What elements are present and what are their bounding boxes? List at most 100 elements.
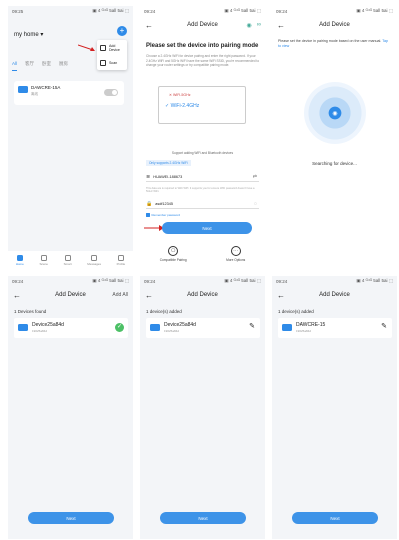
- add-button[interactable]: +: [117, 26, 127, 36]
- pairing-description: Choose a 2.4GHz WiFi for device pairing …: [146, 54, 260, 67]
- device-id: 19025a84d: [164, 329, 180, 333]
- more-label: More Options: [226, 258, 246, 262]
- status-bar: 09:25 ▣ 4 ᴳ⁴ᴳ 5all 5ai ⬚: [8, 6, 133, 16]
- back-arrow-icon[interactable]: ←: [145, 291, 153, 300]
- status-time: 09:24: [276, 278, 288, 284]
- device-icon: [282, 324, 292, 331]
- next-button[interactable]: Next: [292, 512, 378, 524]
- status-icons: ▣ 4 ᴳ⁴ᴳ 5all 5ai ⬚: [224, 278, 261, 283]
- added-count: 1 device(s) added: [278, 309, 314, 314]
- wifi-24ghz-text: WiFi-2.4GHz: [170, 103, 200, 109]
- tab-messages-label: Messages: [87, 261, 101, 266]
- tab-home-label: Home: [15, 261, 24, 266]
- tab-profile[interactable]: Profile: [116, 254, 126, 266]
- home-screen: 09:25 ▣ 4 ᴳ⁴ᴳ 5all 5ai ⬚ my home ▾ + Add…: [8, 6, 133, 269]
- status-time: 09:24: [144, 278, 156, 284]
- page-title: Add Device: [319, 22, 350, 28]
- link-icon[interactable]: ∞: [257, 22, 261, 29]
- nav-icons: ◉ ∞: [246, 22, 261, 29]
- home-icon: [16, 254, 23, 261]
- status-bar: 09:24 ▣ 4 ᴳ⁴ᴳ 5all 5ai ⬚: [8, 276, 133, 286]
- nav-bar: ← Add Device Add All: [8, 288, 133, 302]
- remember-password-checkbox[interactable]: Remember password: [146, 213, 180, 217]
- tab-profile-label: Profile: [116, 261, 126, 266]
- found-device-card[interactable]: Device25a84d 19025a84d ✓: [14, 318, 128, 338]
- status-bar: 09:24 ▣ 4 ᴳ⁴ᴳ 5all 5ai ⬚: [272, 276, 397, 286]
- edit-pencil-icon[interactable]: ✎: [249, 322, 255, 330]
- radar-animation: ◉: [304, 82, 366, 144]
- back-arrow-icon[interactable]: ←: [277, 291, 285, 300]
- device-icon: [150, 324, 160, 331]
- password-value: asdf12345: [155, 201, 173, 206]
- tab-all[interactable]: All: [12, 61, 18, 71]
- device-added-screen: 09:24 ▣ 4 ᴳ⁴ᴳ 5all 5ai ⬚ ← Add Device 1 …: [140, 276, 265, 539]
- home-selector[interactable]: my home ▾: [14, 31, 43, 38]
- next-button[interactable]: Next: [162, 222, 252, 234]
- device-id: 19025a84d: [32, 329, 48, 333]
- support-hint: Support adding WiFi and Bluetooth device…: [171, 151, 234, 155]
- device-name: Device25a84d: [164, 322, 196, 328]
- ssid-field[interactable]: ≋ HUAWEI-188673 ⇄: [146, 172, 259, 182]
- status-icons: ▣ 4 ᴳ⁴ᴳ 5all 5ai ⬚: [92, 8, 129, 13]
- check-icon: ✓: [115, 323, 124, 332]
- tab-living[interactable]: 客厅: [25, 61, 34, 71]
- menu-add-device[interactable]: Add Device: [97, 40, 127, 55]
- wifi-illustration: ✕ WiFi-5GHz ✓ WiFi-2.4GHz: [158, 86, 246, 124]
- tab-smart-label: Smart: [63, 261, 72, 266]
- added-device-card[interactable]: Device25a84d 19025a84d ✎: [146, 318, 260, 338]
- wifi-5ghz-label: ✕ WiFi-5GHz: [169, 93, 191, 97]
- room-tabs: All 客厅 卧室 厨房: [12, 61, 129, 71]
- tab-scene[interactable]: Scene: [39, 254, 48, 266]
- status-bar: 09:24 ▣ 4 ᴳ⁴ᴳ 5all 5ai ⬚: [140, 6, 265, 16]
- added-device-card[interactable]: DAWCRE-15 19025a84d ✎: [278, 318, 392, 338]
- back-arrow-icon[interactable]: ←: [145, 21, 153, 30]
- device-icon: [18, 86, 28, 93]
- more-options[interactable]: ⋯ More Options: [226, 246, 245, 262]
- device-card[interactable]: DAWCRE-15A 离线: [14, 81, 124, 105]
- pairing-mode-screen: 09:24 ▣ 4 ᴳ⁴ᴳ 5all 5ai ⬚ ← Add Device ◉ ∞…: [140, 6, 265, 269]
- status-icons: ▣ 4 ᴳ⁴ᴳ 5all 5ai ⬚: [356, 278, 393, 283]
- menu-add-device-label: Add Device: [108, 43, 120, 52]
- page-title: Add Device: [319, 292, 350, 298]
- status-time: 09:24: [12, 278, 24, 284]
- device-icon: [18, 324, 28, 331]
- compatible-pairing-option[interactable]: ⎔ Compatible Pairing: [160, 246, 187, 262]
- tab-smart[interactable]: Smart: [63, 254, 72, 266]
- searching-screen: 09:24 ▣ 4 ᴳ⁴ᴳ 5all 5ai ⬚ ← Add Device Pl…: [272, 6, 397, 269]
- nav-bar: ← Add Device: [272, 288, 397, 302]
- device-toggle[interactable]: [104, 89, 118, 96]
- status-time: 09:25: [12, 8, 24, 14]
- back-arrow-icon[interactable]: ←: [13, 291, 21, 300]
- wifi-5ghz-text: WiFi-5GHz: [173, 93, 191, 97]
- status-icons: ▣ 4 ᴳ⁴ᴳ 5all 5ai ⬚: [92, 278, 129, 283]
- page-title: Add Device: [187, 22, 218, 28]
- back-arrow-icon[interactable]: ←: [277, 21, 285, 30]
- tab-bedroom[interactable]: 卧室: [42, 61, 51, 71]
- nav-bar: ← Add Device: [140, 288, 265, 302]
- tab-scene-label: Scene: [39, 261, 48, 266]
- checkbox-icon: [146, 213, 150, 217]
- lock-icon: 🔒: [146, 200, 153, 207]
- ssid-value: HUAWEI-188673: [153, 174, 183, 179]
- edit-pencil-icon[interactable]: ✎: [381, 322, 387, 330]
- remember-label: Remember password: [151, 213, 181, 217]
- wifi-24ghz-label: ✓ WiFi-2.4GHz: [165, 103, 200, 109]
- next-button[interactable]: Next: [28, 512, 114, 524]
- nav-bar: ← Add Device ◉ ∞: [140, 18, 265, 32]
- switch-icon[interactable]: ⇄: [253, 174, 257, 180]
- tab-messages[interactable]: Messages: [87, 254, 101, 266]
- searching-text: Searching for device...: [312, 161, 357, 166]
- compatible-icon: ⎔: [168, 246, 179, 256]
- next-button[interactable]: Next: [160, 512, 246, 524]
- tab-home[interactable]: Home: [15, 254, 24, 266]
- annotation-arrow: [144, 225, 164, 231]
- eye-toggle-icon[interactable]: ◌: [254, 201, 257, 207]
- password-field[interactable]: 🔒 asdf12345 ◌: [146, 199, 259, 209]
- tab-kitchen[interactable]: 厨房: [59, 61, 68, 71]
- status-icons: ▣ 4 ᴳ⁴ᴳ 5all 5ai ⬚: [224, 8, 261, 13]
- eye-icon[interactable]: ◉: [246, 22, 251, 29]
- only-24-badge: Only supports 2.4GHz WiFi: [146, 160, 191, 166]
- status-time: 09:24: [144, 8, 156, 14]
- add-all-button[interactable]: Add All: [112, 292, 128, 298]
- nav-bar: ← Add Device: [272, 18, 397, 32]
